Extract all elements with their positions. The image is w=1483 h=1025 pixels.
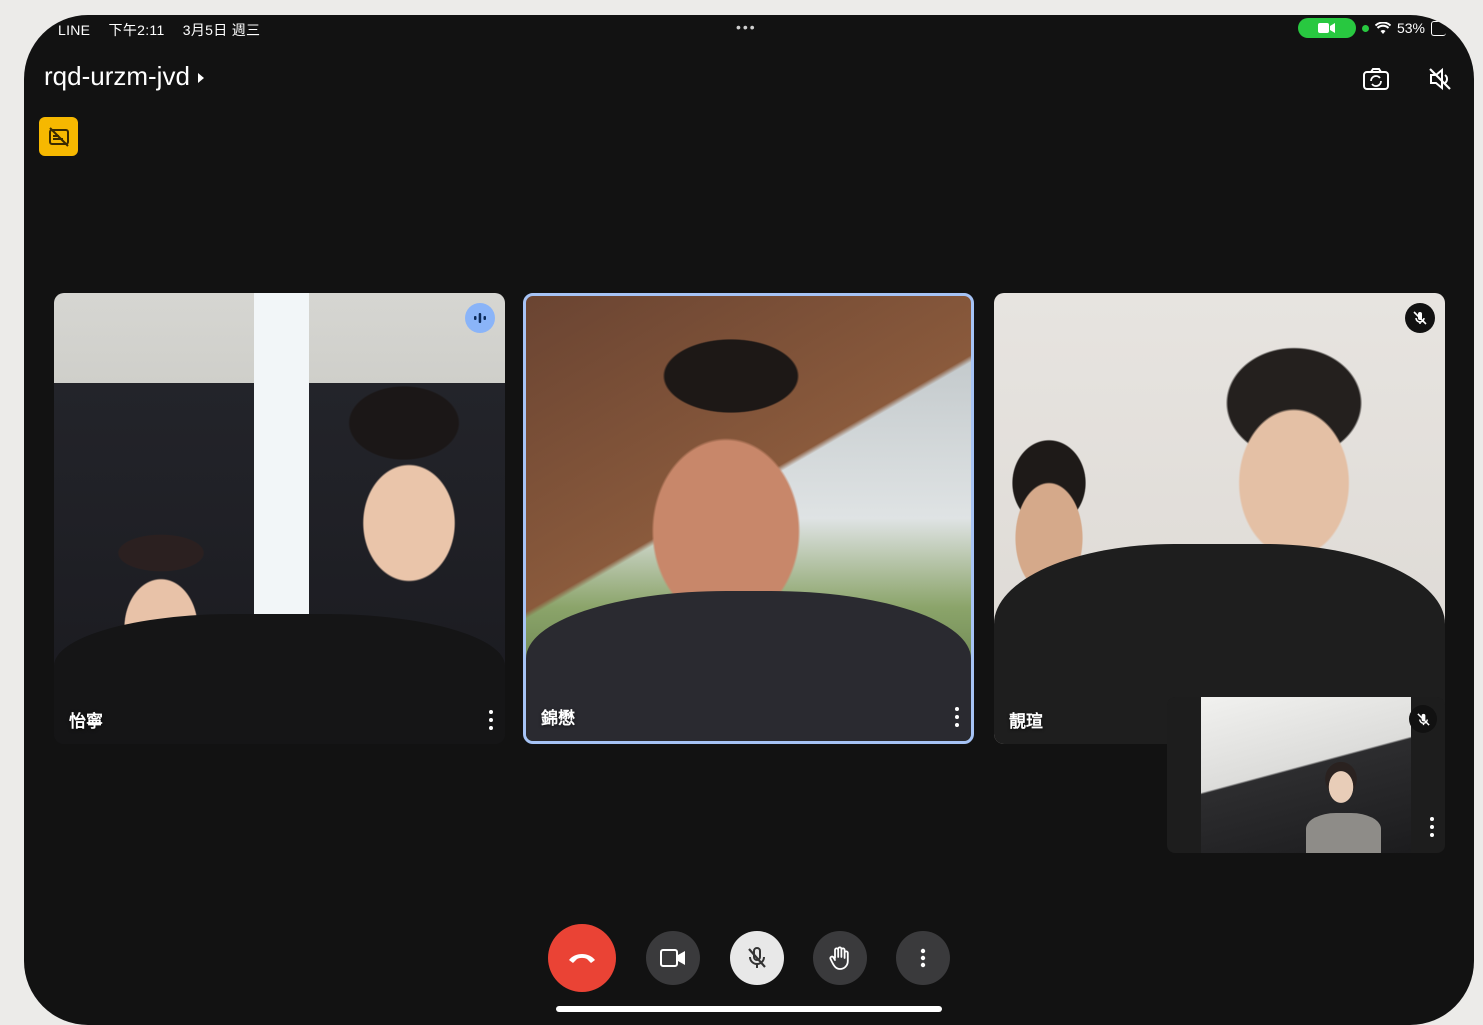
mic-off-icon <box>1413 311 1427 325</box>
home-indicator[interactable] <box>556 1006 942 1012</box>
speaking-indicator <box>465 303 495 333</box>
camera-toggle-button[interactable] <box>646 931 700 985</box>
status-bar: LINE 下午2:11 3月5日 週三 ••• 53% <box>24 15 1474 43</box>
multitask-dots[interactable]: ••• <box>736 19 757 35</box>
audio-output-button[interactable] <box>1424 63 1456 95</box>
battery-percent: 53% <box>1396 20 1425 36</box>
more-vert-icon <box>920 948 926 968</box>
meeting-title[interactable]: rqd-urzm-jvd <box>44 61 204 92</box>
mic-toggle-button[interactable] <box>730 931 784 985</box>
muted-indicator <box>1405 303 1435 333</box>
call-controls-bar <box>24 924 1474 999</box>
raise-hand-button[interactable] <box>813 931 867 985</box>
participant-name: 錦懋 <box>541 709 575 728</box>
mic-in-use-dot <box>1361 24 1369 32</box>
meeting-code: rqd-urzm-jvd <box>44 61 190 91</box>
chevron-right-icon <box>197 73 204 83</box>
status-date: 3月5日 週三 <box>182 22 261 38</box>
participant-name: 靚瑄 <box>1009 712 1043 731</box>
participant-tile-2[interactable]: 錦懋 <box>523 293 974 744</box>
self-view-more-button[interactable] <box>1428 817 1436 837</box>
captions-off-badge[interactable] <box>39 117 78 156</box>
battery-icon <box>1431 20 1446 36</box>
more-options-button[interactable] <box>896 931 950 985</box>
mic-off-icon <box>748 947 766 968</box>
status-right: 53% <box>1297 18 1446 38</box>
switch-camera-button[interactable] <box>1360 63 1392 95</box>
audio-level-icon <box>474 313 486 323</box>
participant-tile-3[interactable]: 靚瑄 <box>994 293 1445 744</box>
muted-indicator <box>1409 705 1437 733</box>
carrier-label: LINE <box>58 22 91 38</box>
self-view-video <box>1201 697 1411 853</box>
wifi-icon <box>1374 21 1391 34</box>
end-call-button[interactable] <box>548 924 616 992</box>
hand-icon <box>829 946 849 970</box>
mic-off-icon <box>1416 712 1430 726</box>
participant-name: 怡寧 <box>69 712 103 731</box>
meet-call-screen: LINE 下午2:11 3月5日 週三 ••• 53% rqd-urzm-jvd <box>24 15 1474 1025</box>
speaker-off-icon <box>1429 67 1451 91</box>
participant-tile-1[interactable]: 怡寧 <box>54 293 505 744</box>
video-camera-icon <box>660 949 685 967</box>
status-time: 下午2:11 <box>108 22 165 38</box>
status-left: LINE 下午2:11 3月5日 週三 <box>58 20 274 40</box>
participant-more-button[interactable] <box>953 707 961 727</box>
no-captions-icon <box>48 126 69 147</box>
camera-in-use-indicator <box>1297 18 1356 38</box>
hang-up-icon <box>569 954 595 963</box>
participant-more-button[interactable] <box>487 710 495 730</box>
switch-camera-icon <box>1363 68 1389 90</box>
self-view-tile[interactable] <box>1167 697 1445 853</box>
